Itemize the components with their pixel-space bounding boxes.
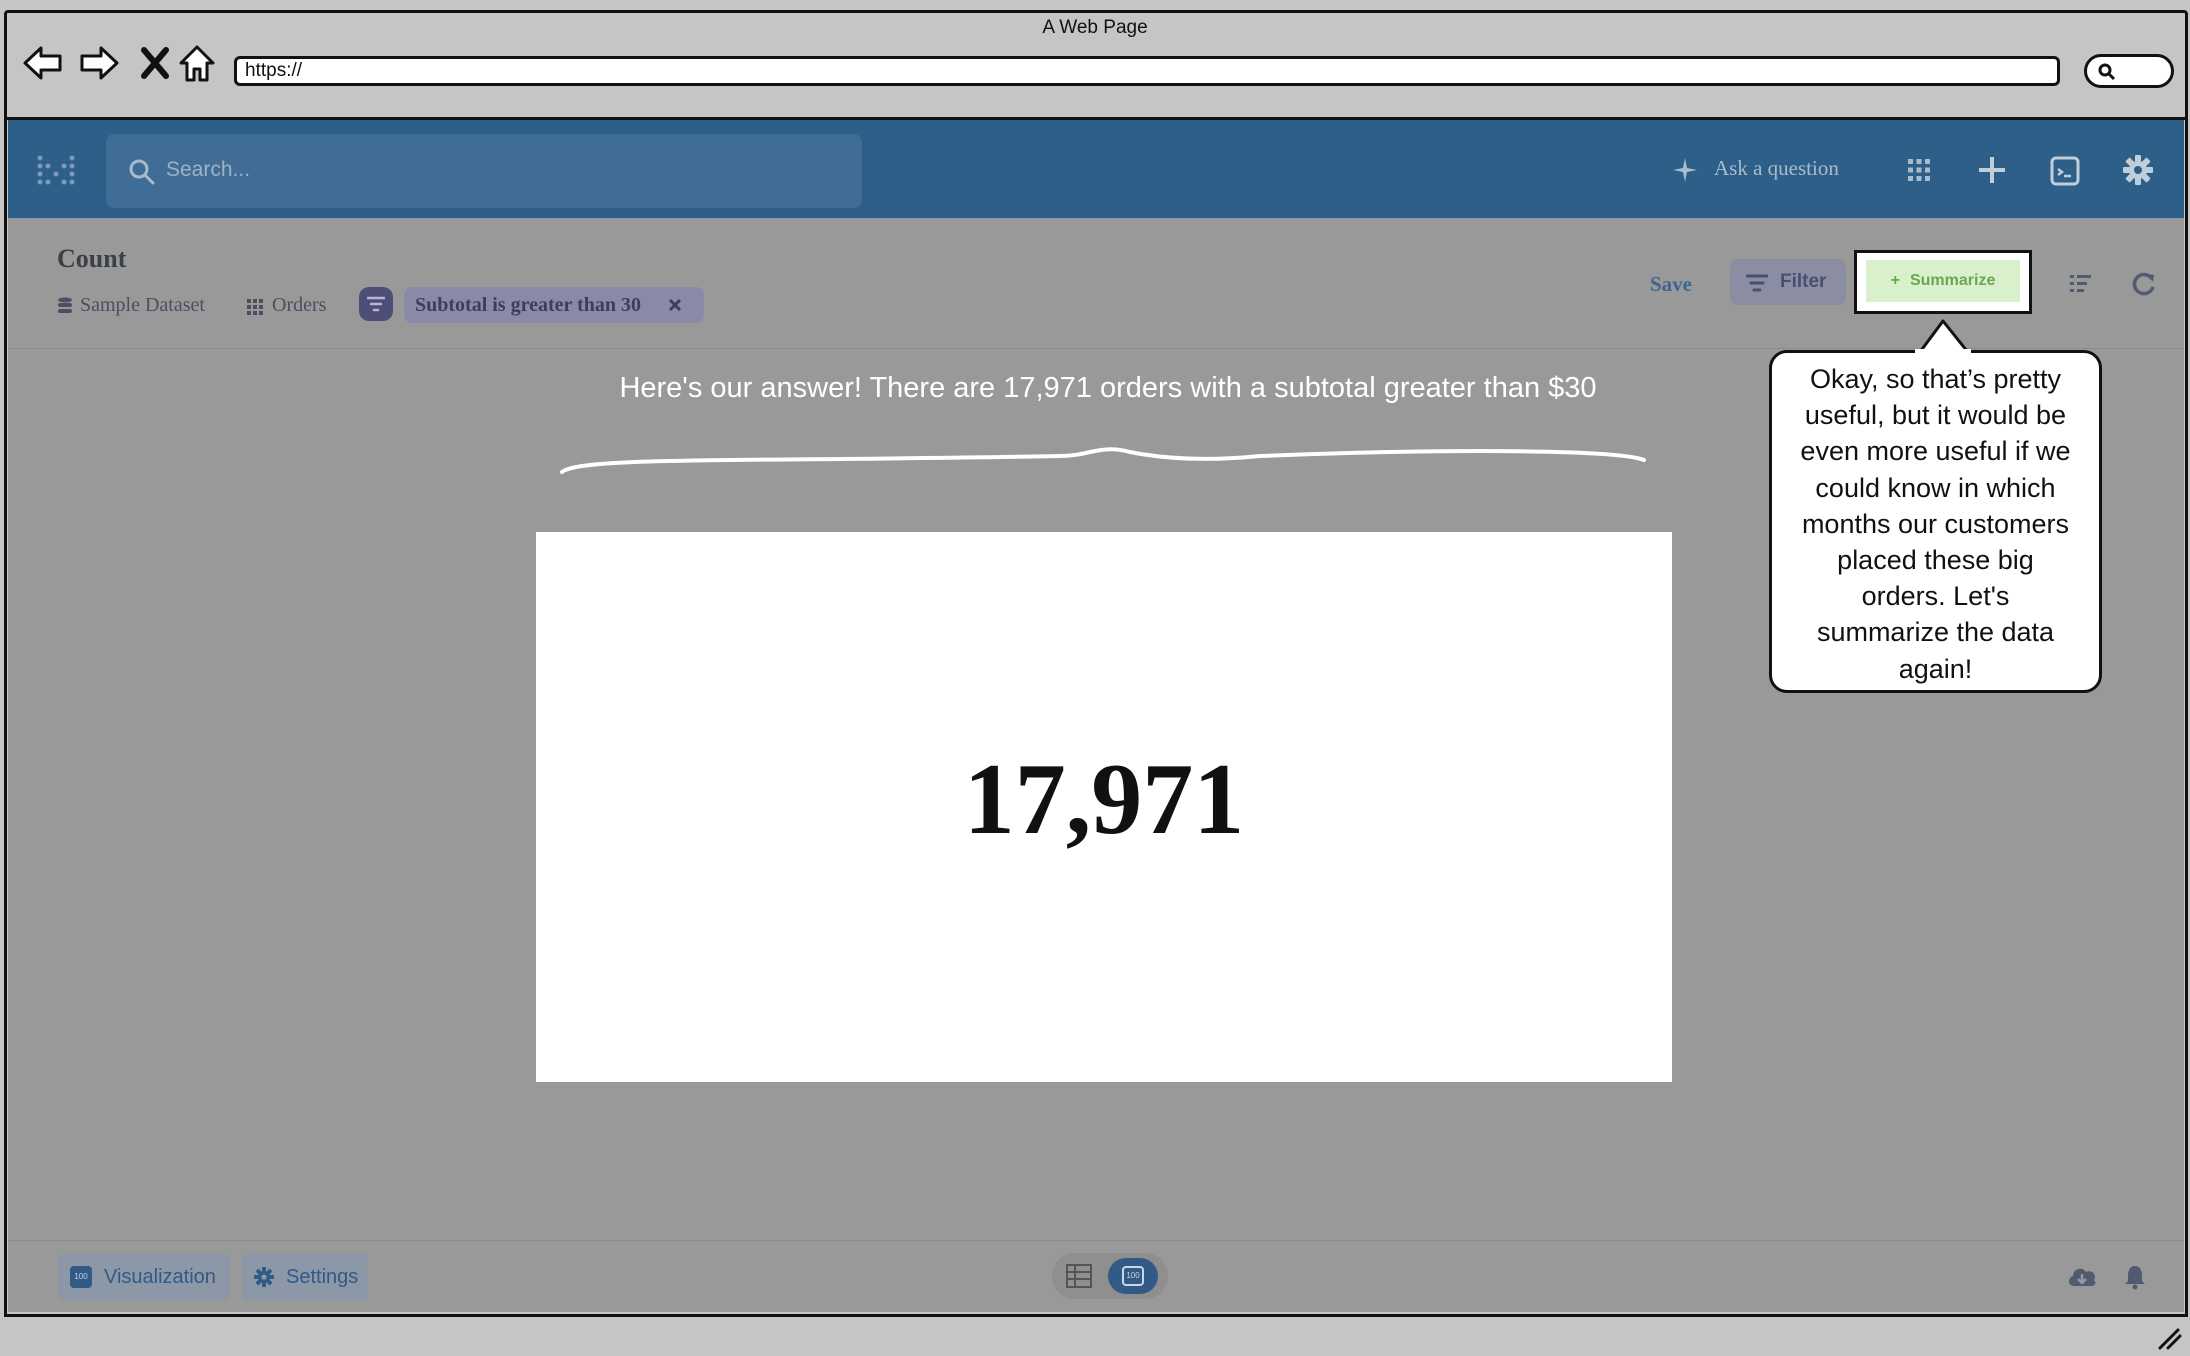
number-badge-icon: 100 [1122, 1266, 1144, 1286]
scalar-view-toggle[interactable]: 100 [1108, 1258, 1158, 1294]
search-placeholder: Search... [166, 158, 251, 181]
settings-button[interactable]: Settings [242, 1253, 368, 1301]
breadcrumb-dataset[interactable]: Sample Dataset [80, 294, 205, 317]
forward-arrow-icon[interactable] [78, 42, 120, 84]
sql-editor-icon[interactable] [2050, 156, 2080, 186]
list-view-icon[interactable] [2070, 274, 2092, 294]
refresh-icon[interactable] [2131, 271, 2157, 297]
answer-annotation: Here's our answer! There are 17,971 orde… [619, 372, 1597, 404]
callout-pointer-join [1915, 349, 1971, 355]
callout-line: useful, but it would be [1804, 400, 2067, 431]
close-icon[interactable] [668, 298, 682, 312]
database-icon [58, 297, 72, 313]
summarize-label: Summarize [1909, 272, 1996, 289]
callout-line: orders. Let's [1861, 581, 2010, 612]
sparkle-icon [1673, 158, 1697, 182]
window-title: A Web Page [1042, 17, 1148, 38]
plus-icon: + [1890, 272, 1900, 289]
view-toggle[interactable]: 100 [1052, 1253, 1168, 1299]
callout-line: again! [1898, 653, 1973, 684]
download-cloud-icon[interactable] [2066, 1264, 2098, 1290]
visualization-button[interactable]: 100 Visualization [58, 1253, 230, 1301]
callout-bubble: Okay, so that’s pretty useful, but it wo… [1769, 350, 2102, 693]
callout-line: Okay, so that’s pretty [1809, 364, 2062, 394]
visualization-icon: 100 [70, 1266, 92, 1288]
visualization-label: Visualization [104, 1266, 216, 1288]
header-divider [8, 348, 2184, 349]
app-logo-icon[interactable] [36, 154, 76, 188]
app-navbar: Search... Ask a question [8, 120, 2184, 218]
filter-lines-icon [1746, 274, 1768, 292]
summarize-button[interactable]: + Summarize [1866, 260, 2020, 302]
status-bar [0, 1317, 2190, 1356]
filter-button-label: Filter [1780, 271, 1827, 292]
search-icon [129, 159, 155, 185]
address-bar[interactable]: https:// [234, 56, 2060, 86]
callout-line: months our customers [1801, 508, 2070, 539]
filter-toggle-button[interactable] [359, 287, 393, 321]
bell-icon[interactable] [2123, 1264, 2147, 1290]
resize-grip-icon[interactable] [2158, 1328, 2182, 1350]
home-icon[interactable] [176, 42, 218, 84]
magnifier-icon [2098, 63, 2116, 81]
scalar-value: 17,971 [963, 743, 1245, 856]
filter-chip-label: Subtotal is greater than 30 [415, 294, 641, 316]
curly-brace-icon [560, 447, 1646, 474]
app-search-input[interactable]: Search... [106, 134, 862, 208]
callout-line: placed these big [1837, 545, 2034, 576]
grid-apps-icon[interactable] [1907, 158, 1931, 182]
callout-line: summarize the data [1816, 617, 2055, 648]
footer-divider [8, 1240, 2184, 1241]
browser-search-field[interactable] [2084, 54, 2174, 88]
back-arrow-icon[interactable] [22, 42, 64, 84]
settings-label: Settings [286, 1266, 359, 1288]
gear-icon[interactable] [2123, 155, 2153, 185]
breadcrumb-table[interactable]: Orders [272, 294, 326, 317]
filter-button[interactable]: Filter [1730, 259, 1846, 305]
filter-chip[interactable]: Subtotal is greater than 30 [404, 287, 704, 323]
callout-line: even more useful if we [1800, 436, 2071, 467]
table-view-icon[interactable] [1066, 1264, 1092, 1288]
filter-lines-icon [367, 296, 385, 312]
question-title: Count [57, 244, 127, 273]
callout-line: could know in which [1815, 472, 2056, 503]
plus-icon[interactable] [1977, 155, 2007, 185]
table-grid-icon [247, 299, 263, 315]
stop-icon[interactable] [134, 42, 176, 84]
app-viewport: Search... Ask a question Count Sample Da… [8, 120, 2184, 1312]
ask-question-button[interactable]: Ask a question [1714, 156, 1839, 181]
gear-icon [254, 1267, 274, 1287]
save-button[interactable]: Save [1650, 272, 1692, 297]
